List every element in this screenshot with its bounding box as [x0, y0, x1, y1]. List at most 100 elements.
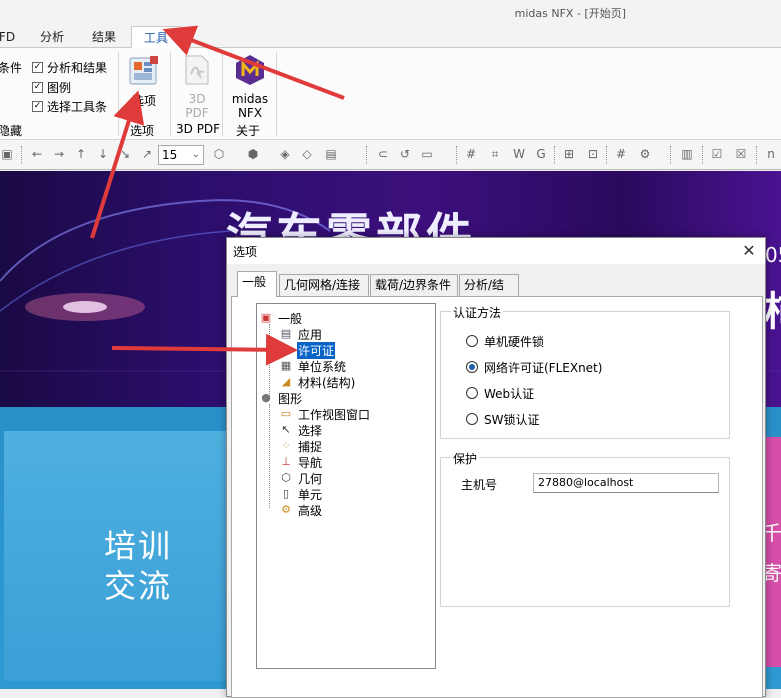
tab-results[interactable]: 结果: [88, 26, 120, 48]
tree-node-label: 捕捉: [298, 439, 323, 454]
arrow-left-icon[interactable]: ←: [30, 147, 44, 161]
tree-node-label: 高级: [298, 503, 323, 518]
toolbar-separator: [670, 146, 671, 164]
dialog-tab-load-boundary[interactable]: 载荷/边界条件: [370, 274, 458, 296]
options-icon: [129, 56, 158, 85]
about-nfx-button[interactable]: midas NFX: [228, 52, 272, 120]
probe-icon[interactable]: ⊡: [586, 147, 600, 161]
workplane-icon[interactable]: W: [512, 147, 526, 161]
checkbox-analysis-results[interactable]: ✓ 分析和结果: [32, 58, 107, 76]
checkbox-selection-toolbar[interactable]: ✓ 选择工具条: [32, 97, 107, 115]
dialog-tab-analysis-results[interactable]: 分析/结果: [459, 274, 519, 312]
dialog-tab-geometry-mesh[interactable]: 几何网格/连接: [279, 274, 369, 296]
radio-web-auth[interactable]: Web认证: [466, 384, 534, 402]
ribbon-tab-bar: FD 分析 结果 工具: [0, 26, 781, 49]
tree-node-label: 选择: [298, 423, 323, 438]
tree-node-material[interactable]: ◢ 材料(结构): [279, 374, 356, 390]
radio-network-license[interactable]: 网络许可证(FLEXnet): [466, 358, 602, 376]
tree-node-snap[interactable]: ⁘ 捕捉: [279, 438, 323, 454]
toolbar-separator: [366, 146, 367, 164]
nfx-label-line2: NFX: [237, 106, 263, 120]
measure-icon[interactable]: ⊞: [562, 147, 576, 161]
radio-label: 网络许可证(FLEXnet): [484, 360, 603, 375]
application-icon: ▤: [280, 327, 292, 340]
tree-connector: [269, 324, 270, 396]
book-icon[interactable]: ▥: [680, 147, 694, 161]
check-icon[interactable]: ☑: [710, 147, 724, 161]
cube-iso-icon[interactable]: ⬢: [246, 147, 260, 161]
tab-fd[interactable]: FD: [0, 26, 16, 48]
3d-pdf-button[interactable]: 3D PDF: [176, 52, 218, 120]
banner-fragment: 柿: [764, 279, 781, 337]
sphere-icon: ●: [261, 391, 271, 404]
window-title: midas NFX - [开始页]: [514, 7, 626, 20]
radio-sw-lock[interactable]: SW锁认证: [466, 410, 539, 428]
tree-node-label: 图形: [278, 391, 303, 406]
dialog-title-bar[interactable]: 选项 ✕: [227, 238, 765, 264]
tree-node-unit-system[interactable]: ▦ 单位系统: [279, 358, 347, 374]
checkbox-box[interactable]: ✓: [32, 61, 43, 73]
tree-node-element[interactable]: ▯ 单元: [279, 486, 323, 502]
training-card-text: 培训 交流: [104, 526, 172, 606]
toolbar-separator: [21, 146, 22, 164]
rotation-step-combo[interactable]: 15 ⌄: [158, 145, 204, 165]
toolbar-separator: [606, 146, 607, 164]
link-icon[interactable]: ⊂: [376, 147, 390, 161]
check-alt-icon[interactable]: ☒: [734, 147, 748, 161]
close-icon[interactable]: ✕: [739, 241, 759, 261]
tree-node-label: 单元: [298, 487, 323, 502]
tree-node-advanced[interactable]: ⚙ 高级: [279, 502, 323, 518]
checkbox-box[interactable]: ✓: [32, 81, 43, 93]
arrow-up-icon[interactable]: ↑: [74, 147, 88, 161]
nfx-logo-icon: [236, 55, 264, 85]
cube-view-icon[interactable]: ⬡: [212, 147, 226, 161]
mesh-grid-icon[interactable]: #: [614, 147, 628, 161]
tab-tools[interactable]: 工具: [131, 26, 181, 49]
tree-node-license[interactable]: 🔒︎ 许可证: [279, 341, 336, 359]
arrow-diag-up-icon[interactable]: ↗: [140, 147, 154, 161]
options-tree[interactable]: ▣ 一般 ▤ 应用 🔒︎ 许可证 ▦ 单位系统 ◢ 材料(结构) ● 图形 ▭ …: [256, 303, 436, 669]
radio-button[interactable]: [466, 361, 478, 373]
dialog-tab-panel: ▣ 一般 ▤ 应用 🔒︎ 许可证 ▦ 单位系统 ◢ 材料(结构) ● 图形 ▭ …: [231, 296, 763, 698]
host-label: 主机号: [461, 478, 498, 492]
dialog-title: 选项: [233, 245, 258, 259]
dialog-tab-general[interactable]: 一般: [237, 271, 277, 297]
training-card[interactable]: 培训 交流: [4, 431, 226, 681]
host-number-input[interactable]: 27880@localhost: [533, 473, 719, 493]
global-axis-icon[interactable]: G: [534, 147, 548, 161]
checkbox-legend[interactable]: ✓ 图例: [32, 78, 71, 96]
radio-button[interactable]: [466, 387, 478, 399]
arrow-right-icon[interactable]: →: [52, 147, 66, 161]
grid-icon[interactable]: #: [464, 147, 478, 161]
arrow-diag-down-icon[interactable]: ↘: [118, 147, 132, 161]
wire-cube-icon[interactable]: ◇: [300, 147, 314, 161]
3d-pdf-label-line2: PDF: [185, 106, 209, 120]
checkbox-box[interactable]: ✓: [32, 100, 43, 112]
tree-node-geometry[interactable]: ⬡ 几何: [279, 470, 323, 486]
tree-node-navigation[interactable]: ⊥ 导航: [279, 454, 323, 470]
node-icon[interactable]: n: [764, 147, 778, 161]
tree-node-graphics[interactable]: ● 图形: [259, 390, 303, 406]
tree-node-view-window[interactable]: ▭ 工作视图窗口: [279, 406, 371, 422]
protection-group: 保护 主机号 27880@localhost: [440, 450, 730, 607]
arrow-down-icon[interactable]: ↓: [96, 147, 110, 161]
loop-icon[interactable]: ↺: [398, 147, 412, 161]
options-label: 选项: [131, 94, 156, 108]
radio-button[interactable]: [466, 335, 478, 347]
mesh-view-icon[interactable]: ⚙: [638, 147, 652, 161]
navigation-icon: ⊥: [281, 455, 291, 468]
shaded-cube-icon[interactable]: ◈: [278, 147, 292, 161]
tab-analysis[interactable]: 分析: [36, 26, 68, 48]
options-button[interactable]: 选项: [122, 52, 166, 112]
display-mode-icon[interactable]: ▤: [324, 147, 338, 161]
toggle-icon[interactable]: ▭: [420, 147, 434, 161]
tree-node-application[interactable]: ▤ 应用: [279, 326, 323, 342]
general-folder-icon: ▣: [260, 311, 272, 324]
tree-node-general[interactable]: ▣ 一般: [259, 310, 303, 326]
radio-button[interactable]: [466, 413, 478, 425]
view-box-icon[interactable]: ▣: [0, 147, 14, 161]
tree-node-selection[interactable]: ↖ 选择: [279, 422, 323, 438]
radio-hardware-lock[interactable]: 单机硬件锁: [466, 332, 544, 350]
snap-icon: ⁘: [281, 439, 291, 452]
snap-grid-icon[interactable]: ⌗: [488, 147, 502, 161]
